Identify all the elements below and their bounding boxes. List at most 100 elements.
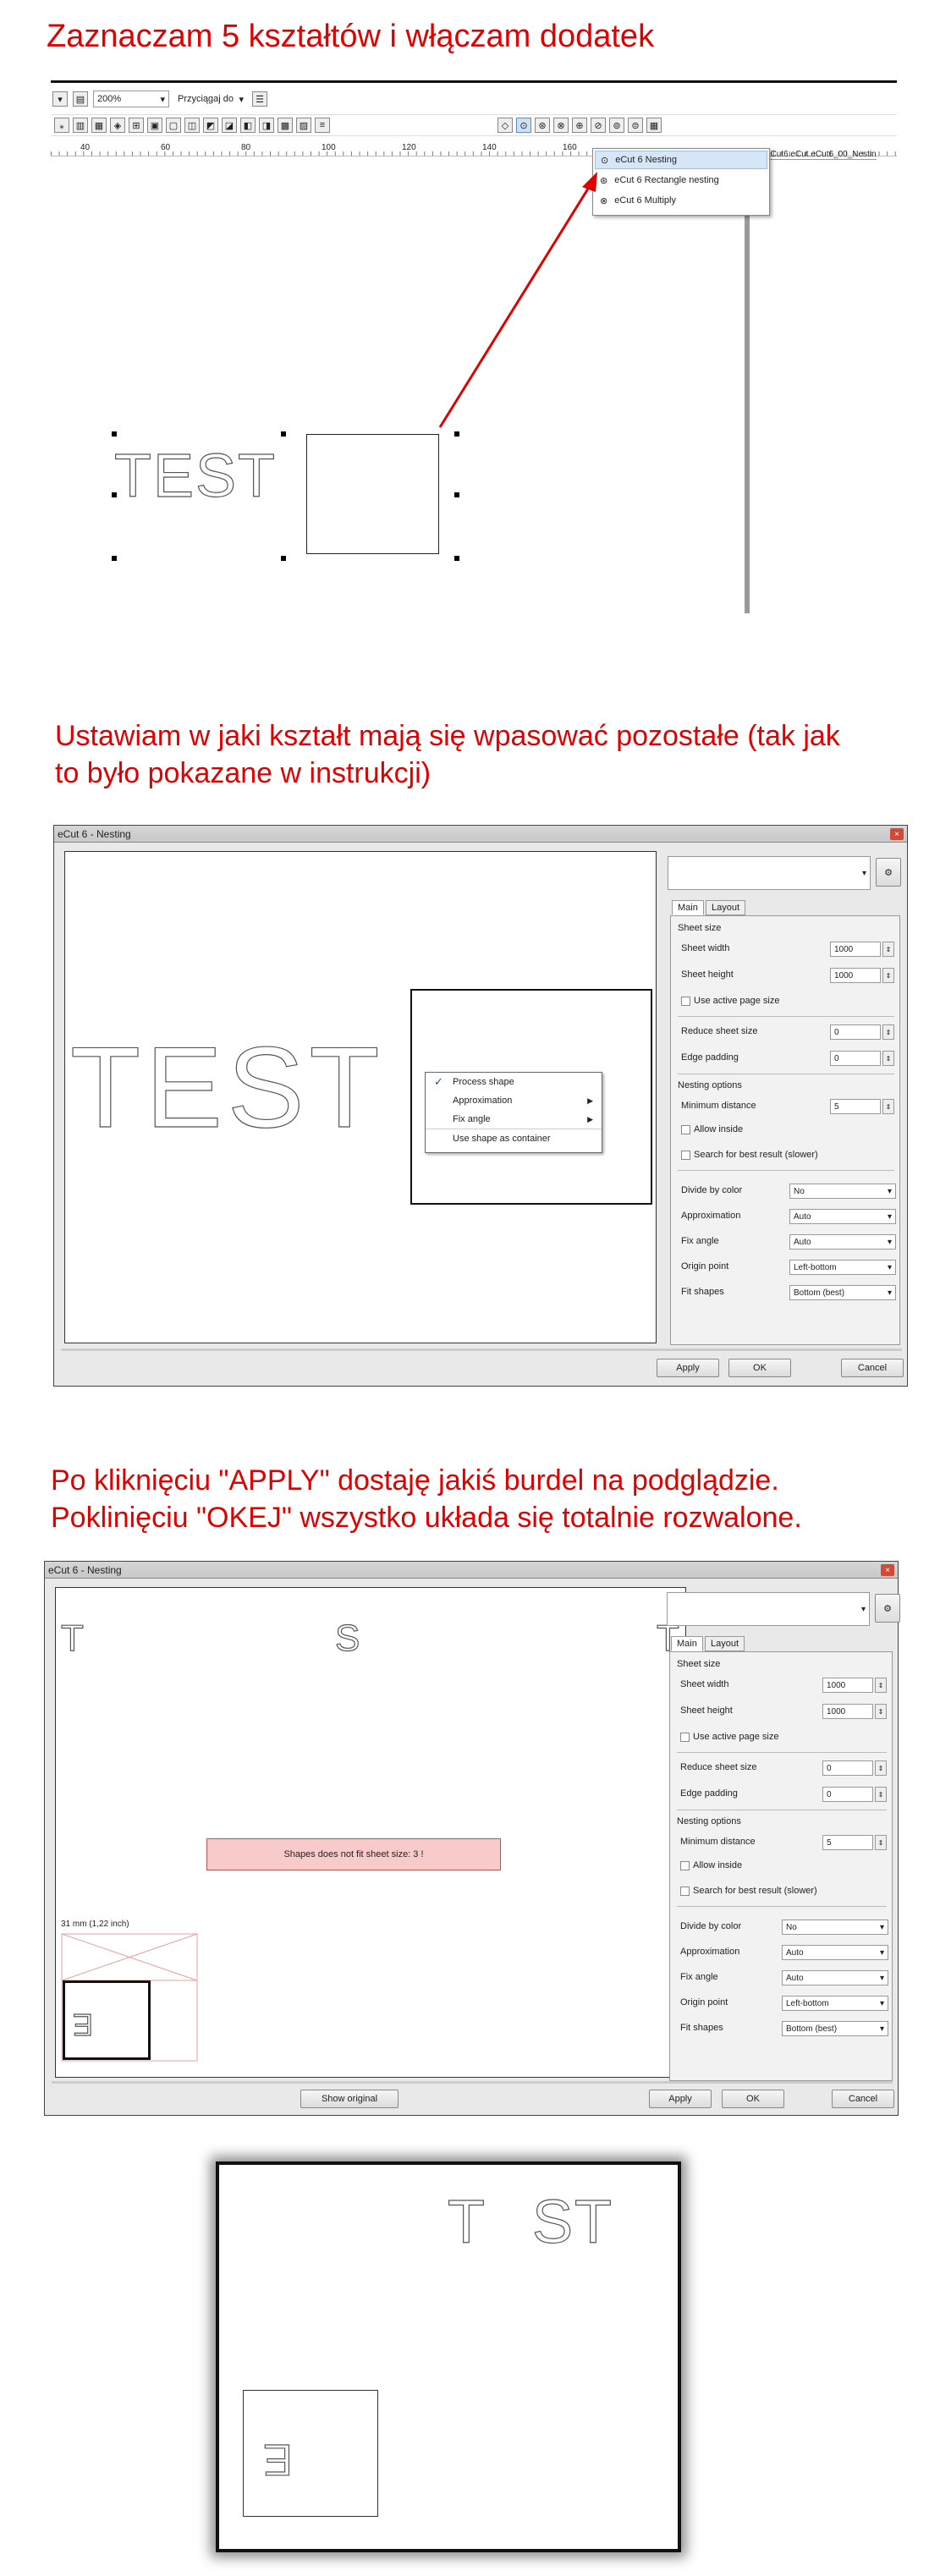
screenshot-corel: ▾ ▤ 200% ▾ Przyciągaj do ▾ ☰ ⁎ ▥ ▦ ◈ ⊞ ▣ ▢… [51, 80, 897, 613]
divider [678, 1016, 894, 1017]
search-best-checkbox[interactable]: Search for best result (slower) [681, 1150, 818, 1160]
sheet-width-input[interactable]: 1000 [830, 942, 881, 957]
spinner-icon[interactable]: ⇕ [882, 1051, 894, 1066]
ctx-approximation[interactable]: Approximation ▶ [426, 1091, 602, 1110]
spinner-icon[interactable]: ⇕ [882, 1024, 894, 1040]
edge-padding-label: Edge padding [681, 1052, 739, 1063]
cancel-button[interactable]: Cancel [832, 2090, 894, 2108]
cancel-button[interactable]: Cancel [841, 1359, 904, 1377]
red-arrow [438, 172, 597, 428]
allow-inside-checkbox[interactable]: Allow inside [681, 1124, 743, 1134]
ctx-use-as-container[interactable]: Use shape as container [426, 1129, 602, 1147]
select-value: Auto [794, 1211, 811, 1222]
checkmark-icon: ✓ [434, 1075, 443, 1088]
gear-icon[interactable]: ⚙ [875, 1594, 900, 1623]
apply-button[interactable]: Apply [649, 2090, 712, 2108]
sheet-width-input[interactable]: 1000 [822, 1678, 873, 1693]
divide-by-color-label: Divide by color [680, 1921, 742, 1931]
spinner-icon[interactable]: ⇕ [875, 1704, 887, 1719]
chevron-down-icon: ▾ [879, 1922, 884, 1932]
divide-by-color-select[interactable]: No ▾ [789, 1184, 896, 1199]
edge-padding-input[interactable]: 0 [822, 1787, 873, 1802]
checkbox-box [681, 996, 690, 1006]
preview-area: TEST ✓ Process shape Approximation ▶ Fix a… [64, 851, 657, 1343]
show-original-button[interactable]: Show original [300, 2090, 399, 2108]
preview-letter-s: S [334, 1618, 360, 1659]
min-distance-input[interactable]: 5 [830, 1099, 881, 1114]
ok-button[interactable]: OK [722, 2090, 784, 2108]
ctx-process-shape[interactable]: ✓ Process shape [426, 1073, 602, 1091]
select-value: Auto [794, 1237, 811, 1247]
ctx-fix-angle[interactable]: Fix angle ▶ [426, 1110, 602, 1129]
gear-icon[interactable]: ⚙ [876, 858, 901, 887]
nesting-dialog-2: eCut 6 - Nesting × T S T Shapes does not… [44, 1561, 900, 2116]
selection-handle[interactable] [112, 492, 117, 497]
fix-angle-select[interactable]: Auto ▾ [789, 1234, 896, 1250]
fit-shapes-select[interactable]: Bottom (best) ▾ [782, 2021, 888, 2036]
reduce-sheet-input[interactable]: 0 [822, 1760, 873, 1776]
checkbox-box [680, 1860, 690, 1870]
chevron-down-icon: ▾ [887, 1237, 892, 1247]
selection-handle[interactable] [281, 556, 286, 561]
submenu-arrow-icon: ▶ [587, 1096, 593, 1105]
group-nesting-options: Nesting options [678, 1080, 742, 1090]
reduce-sheet-label: Reduce sheet size [681, 1026, 758, 1036]
origin-point-select[interactable]: Left-bottom ▾ [789, 1260, 896, 1275]
tab-main[interactable]: Main [671, 1636, 703, 1651]
sheet-height-input[interactable]: 1000 [830, 968, 881, 983]
ok-button[interactable]: OK [728, 1359, 791, 1377]
min-distance-input[interactable]: 5 [822, 1835, 873, 1850]
select-value: Auto [786, 1947, 804, 1958]
approximation-select[interactable]: Auto ▾ [782, 1945, 888, 1960]
close-icon[interactable]: × [890, 828, 904, 840]
checkbox-box [680, 1886, 690, 1896]
chevron-down-icon: ▾ [887, 1288, 892, 1298]
tab-main[interactable]: Main [672, 900, 704, 915]
tab-layout[interactable]: Layout [706, 900, 746, 915]
select-value: Bottom (best) [794, 1288, 845, 1298]
group-sheet-size: Sheet size [677, 1659, 721, 1669]
checkbox-label: Use active page size [693, 1732, 779, 1742]
tab-layout[interactable]: Layout [705, 1636, 745, 1651]
preview-test-shapes: TEST [69, 1023, 385, 1151]
close-icon[interactable]: × [881, 1564, 894, 1576]
edge-padding-label: Edge padding [680, 1788, 738, 1799]
selection-handle[interactable] [112, 431, 117, 437]
spinner-icon[interactable]: ⇕ [882, 942, 894, 957]
use-active-page-checkbox[interactable]: Use active page size [680, 1732, 779, 1742]
edge-padding-input[interactable]: 0 [830, 1051, 881, 1066]
spinner-icon[interactable]: ⇕ [875, 1787, 887, 1802]
container-rectangle[interactable] [306, 434, 439, 554]
search-best-checkbox[interactable]: Search for best result (slower) [680, 1886, 817, 1896]
chevron-down-icon: ▾ [879, 1998, 884, 2008]
selection-handle[interactable] [454, 492, 459, 497]
reduce-sheet-input[interactable]: 0 [830, 1024, 881, 1040]
checkbox-box [681, 1124, 690, 1134]
spinner-icon[interactable]: ⇕ [875, 1835, 887, 1850]
fix-angle-select[interactable]: Auto ▾ [782, 1970, 888, 1986]
preset-select[interactable]: ▾ [667, 1592, 870, 1626]
selection-handle[interactable] [112, 556, 117, 561]
chevron-down-icon: ▾ [879, 1973, 884, 1983]
preset-select[interactable]: ▾ [668, 856, 871, 890]
approximation-select[interactable]: Auto ▾ [789, 1209, 896, 1224]
origin-point-select[interactable]: Left-bottom ▾ [782, 1996, 888, 2011]
allow-inside-checkbox[interactable]: Allow inside [680, 1860, 742, 1870]
spinner-icon[interactable]: ⇕ [875, 1760, 887, 1776]
spinner-icon[interactable]: ⇕ [882, 968, 894, 983]
sheet-height-input[interactable]: 1000 [822, 1704, 873, 1719]
test-shapes[interactable]: TEST [113, 445, 277, 507]
apply-button[interactable]: Apply [657, 1359, 719, 1377]
preview-letter-t: T [60, 1618, 84, 1659]
selection-handle[interactable] [454, 431, 459, 437]
selection-handle[interactable] [281, 431, 286, 437]
checkbox-box [681, 1150, 690, 1160]
divide-by-color-select[interactable]: No ▾ [782, 1920, 888, 1935]
use-active-page-checkbox[interactable]: Use active page size [681, 996, 780, 1006]
spinner-icon[interactable]: ⇕ [882, 1099, 894, 1114]
ctx-label: Process shape [453, 1077, 514, 1087]
spinner-icon[interactable]: ⇕ [875, 1678, 887, 1693]
fit-shapes-select[interactable]: Bottom (best) ▾ [789, 1285, 896, 1300]
selection-handle[interactable] [454, 556, 459, 561]
dimension-label: 31 mm (1,22 inch) [61, 1920, 129, 1929]
